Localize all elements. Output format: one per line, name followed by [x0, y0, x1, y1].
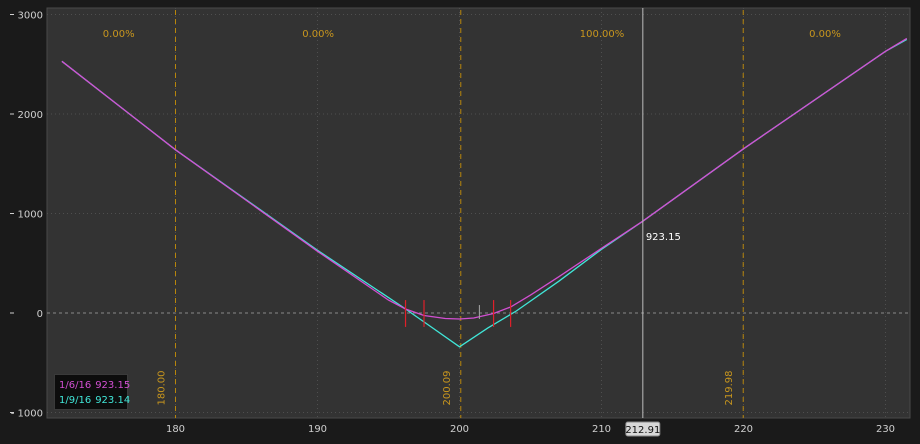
y-tick-label: - 1000: [11, 409, 43, 420]
y-tick-label: 3000: [18, 11, 43, 22]
legend: 1/6/16 923.15 1/9/16 923.14: [54, 374, 130, 410]
risk-profile-chart: 0.00% 0.00% 100.00% 0.00% 180.00 200.09 219.9…: [0, 0, 920, 440]
probability-zone-label: 100.00%: [580, 29, 625, 40]
cursor-value-label: 923.15: [646, 232, 681, 243]
legend-series-value: 923.15: [95, 380, 131, 391]
legend-series-name: 1/9/16: [59, 395, 92, 406]
legend-series-value: 923.14: [95, 395, 131, 406]
y-tick-label: 0: [37, 309, 43, 320]
cursor-x-label: 212.91: [625, 425, 660, 436]
y-tick-label: 2000: [18, 110, 43, 121]
probability-zone-label: 0.00%: [302, 29, 334, 40]
probability-zone-label: 0.00%: [103, 29, 135, 40]
vertical-reference-label: 219.98: [724, 371, 735, 406]
vertical-reference-label: 200.09: [442, 371, 453, 406]
probability-zone-label: 0.00%: [809, 29, 841, 40]
legend-series-name: 1/6/16: [59, 380, 92, 391]
plot-area: [46, 7, 911, 419]
x-tick-label: 180: [166, 424, 185, 435]
legend-item: 1/6/16 923.15: [59, 378, 130, 393]
x-tick-label: 230: [876, 424, 895, 435]
y-tick-label: 1000: [18, 210, 43, 221]
x-tick-label: 200: [450, 424, 469, 435]
x-tick-label: 210: [592, 424, 611, 435]
x-tick-label: 220: [734, 424, 753, 435]
x-tick-label: 190: [308, 424, 327, 435]
chart-canvas: 0.00% 0.00% 100.00% 0.00% 180.00 200.09 219.9…: [0, 0, 920, 440]
legend-item: 1/9/16 923.14: [59, 393, 130, 408]
vertical-reference-label: 180.00: [157, 371, 168, 406]
